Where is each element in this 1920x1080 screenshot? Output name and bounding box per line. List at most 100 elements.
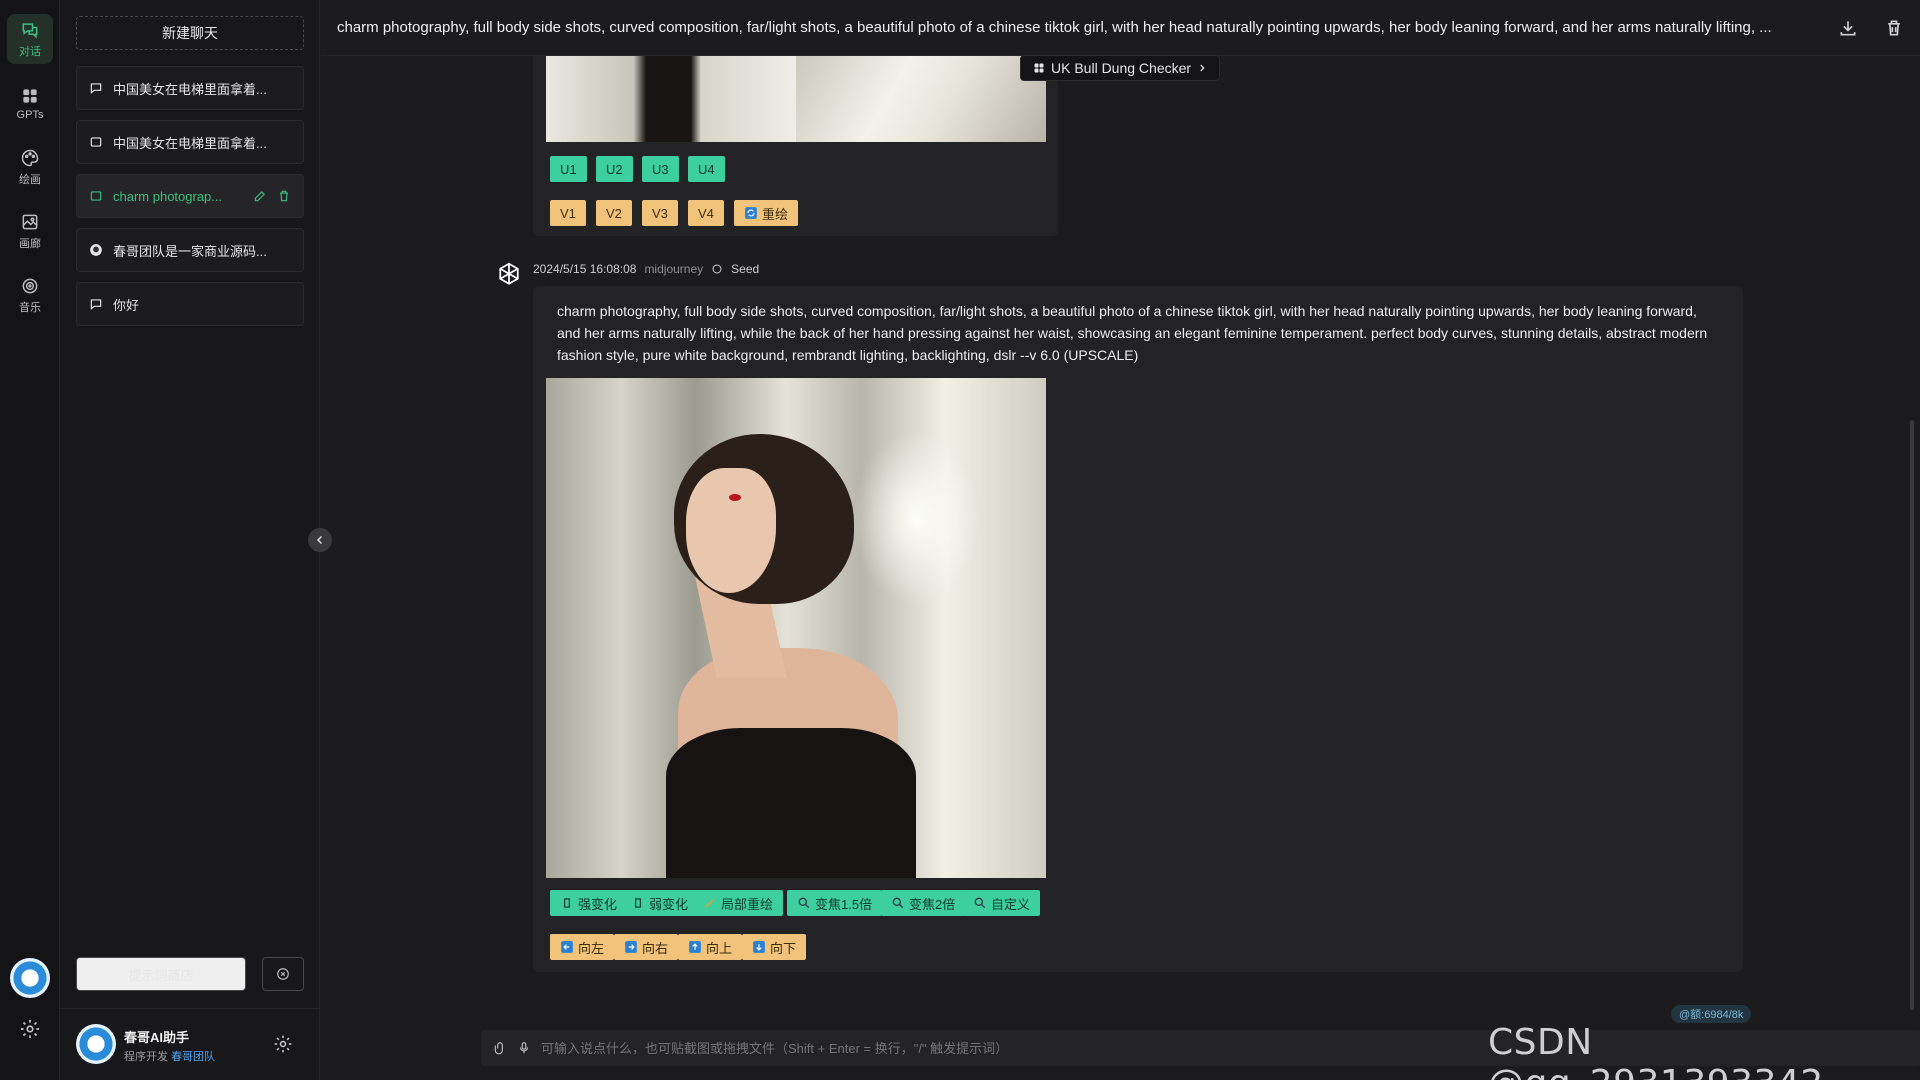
upscale-u4-button[interactable]: U4: [688, 156, 725, 182]
rail-item-chat[interactable]: 对话: [7, 14, 53, 64]
seed-button[interactable]: Seed: [731, 262, 759, 276]
avatar[interactable]: [76, 1024, 116, 1064]
message-meta: 2024/5/15 16:08:08 midjourney Seed: [533, 262, 759, 276]
conversation-title: 你好: [113, 297, 140, 313]
rail-item-label: 绘画: [19, 173, 41, 186]
message-text: charm photography, full body side shots,…: [557, 303, 1708, 363]
vary-subtle-label: 弱变化: [649, 896, 689, 912]
user-subtitle: 程序开发 春哥团队: [124, 1048, 215, 1064]
message-card: charm photography, full body side shots,…: [533, 286, 1743, 972]
pan-up-button[interactable]: 向上: [678, 934, 743, 960]
conversation-title: charm photograp...: [113, 188, 223, 204]
trash-icon[interactable]: [1884, 18, 1904, 38]
magnifier-icon: [892, 897, 904, 909]
gpts-chip[interactable]: UK Bull Dung Checker: [1020, 55, 1221, 81]
page-title: charm photography, full body side shots,…: [337, 19, 1772, 36]
prompt-store-button[interactable]: 提示词商店: [76, 957, 246, 991]
seed-circle-icon: [712, 264, 722, 274]
zoom-2x-button[interactable]: 变焦2倍: [881, 890, 966, 916]
chat-bubble-icon: [90, 299, 102, 310]
edit-pencil-icon[interactable]: [253, 189, 267, 203]
refresh-icon: [745, 207, 757, 219]
rail-item-gallery[interactable]: 画廊: [7, 206, 53, 256]
clear-conversations-button[interactable]: [262, 957, 304, 991]
pan-up-label: 向上: [706, 940, 733, 956]
magnifier-icon: [974, 897, 986, 909]
trash-icon[interactable]: [277, 189, 291, 203]
chevron-left-icon: [316, 535, 323, 545]
inpaint-button[interactable]: 局部重绘: [693, 890, 784, 916]
custom-zoom-label: 自定义: [991, 896, 1031, 912]
conversation-item[interactable]: 中国美女在电梯里面拿着...: [76, 120, 304, 164]
grid-image-1[interactable]: [546, 56, 796, 142]
rail-item-label: GPTs: [16, 108, 44, 121]
rail-item-draw[interactable]: 绘画: [7, 142, 53, 192]
arrow-right-icon: [625, 941, 637, 953]
download-icon[interactable]: [1838, 18, 1858, 38]
microphone-icon[interactable]: [517, 1041, 531, 1055]
grid-apps-icon: [23, 88, 37, 103]
chat-header: charm photography, full body side shots,…: [321, 0, 1920, 56]
icon-rail: 对话 GPTs 绘画 画廊 音乐: [0, 0, 60, 1080]
scrollbar[interactable]: [1910, 420, 1914, 1010]
grid-image-2[interactable]: [796, 56, 1046, 142]
chat-bubble-icon: [90, 83, 102, 94]
app-logo[interactable]: [10, 958, 50, 998]
chat-messages: U1 U2 U3 U4 V1 V2 V3 V4 重绘 2024/5/15 16:…: [321, 56, 1920, 1080]
custom-zoom-button[interactable]: 自定义: [963, 890, 1041, 916]
upscale-u3-button[interactable]: U3: [642, 156, 679, 182]
magnifier-icon: [798, 897, 810, 909]
user-team-link[interactable]: 春哥团队: [171, 1051, 215, 1063]
conversation-item[interactable]: 中国美女在电梯里面拿着...: [76, 66, 304, 110]
conversation-item[interactable]: 你好: [76, 282, 304, 326]
app-avatar-icon: [90, 244, 102, 256]
previous-image-card: U1 U2 U3 U4 V1 V2 V3 V4 重绘: [533, 56, 1058, 236]
chevron-right-icon: [1200, 64, 1205, 72]
user-subtitle-prefix: 程序开发: [124, 1051, 168, 1063]
conversation-sidebar: 新建聊天 中国美女在电梯里面拿着... 中国美女在电梯里面拿着... charm…: [60, 0, 320, 1080]
watermark: CSDN @qq_2931393342: [1488, 1022, 1823, 1080]
rail-item-label: 音乐: [19, 301, 41, 314]
chat-bubbles-icon: [22, 22, 38, 38]
upscale-u2-button[interactable]: U2: [596, 156, 633, 182]
gear-icon[interactable]: [19, 1018, 41, 1040]
collapse-sidebar-button[interactable]: [308, 528, 332, 552]
conversation-title: 中国美女在电梯里面拿着...: [113, 135, 267, 151]
conversation-title: 春哥团队是一家商业源码...: [113, 243, 267, 259]
close-circle-icon: [277, 968, 289, 980]
square-icon: [564, 898, 570, 908]
arrow-up-icon: [689, 941, 701, 953]
grid-apps-icon: [1034, 63, 1044, 73]
rail-item-label: 画廊: [19, 237, 41, 250]
vary-strong-button[interactable]: 强变化: [550, 890, 628, 916]
zoom-2x-label: 变焦2倍: [909, 896, 956, 912]
rail-item-music[interactable]: 音乐: [7, 270, 53, 320]
pan-left-label: 向左: [578, 940, 605, 956]
gpts-chip-label: UK Bull Dung Checker: [1051, 60, 1192, 76]
square-icon: [635, 898, 641, 908]
pan-left-button[interactable]: 向左: [550, 934, 615, 960]
variation-v3-button[interactable]: V3: [642, 200, 678, 226]
conversation-item[interactable]: 春哥团队是一家商业源码...: [76, 228, 304, 272]
pan-down-button[interactable]: 向下: [742, 934, 807, 960]
zoom-1-5x-label: 变焦1.5倍: [815, 896, 873, 912]
rail-item-gpts[interactable]: GPTs: [7, 78, 53, 128]
vary-subtle-button[interactable]: 弱变化: [621, 890, 699, 916]
redraw-button[interactable]: 重绘: [734, 200, 799, 226]
upscaled-image[interactable]: [546, 378, 1046, 878]
palette-icon: [21, 149, 39, 166]
arrow-down-icon: [753, 941, 765, 953]
new-chat-button[interactable]: 新建聊天: [76, 16, 304, 50]
variation-v4-button[interactable]: V4: [688, 200, 724, 226]
upscale-u1-button[interactable]: U1: [550, 156, 587, 182]
user-panel: 春哥AI助手 程序开发 春哥团队: [60, 1008, 320, 1080]
variation-v2-button[interactable]: V2: [596, 200, 632, 226]
token-usage-badge: @额:6984/8k: [1671, 1005, 1752, 1023]
conversation-item-active[interactable]: charm photograp...: [76, 174, 304, 218]
paperclip-icon[interactable]: [493, 1041, 507, 1055]
variation-v1-button[interactable]: V1: [550, 200, 586, 226]
zoom-1-5x-button[interactable]: 变焦1.5倍: [787, 890, 883, 916]
pan-right-button[interactable]: 向右: [614, 934, 679, 960]
gear-icon[interactable]: [273, 1034, 293, 1054]
conversation-title: 中国美女在电梯里面拿着...: [113, 81, 267, 97]
